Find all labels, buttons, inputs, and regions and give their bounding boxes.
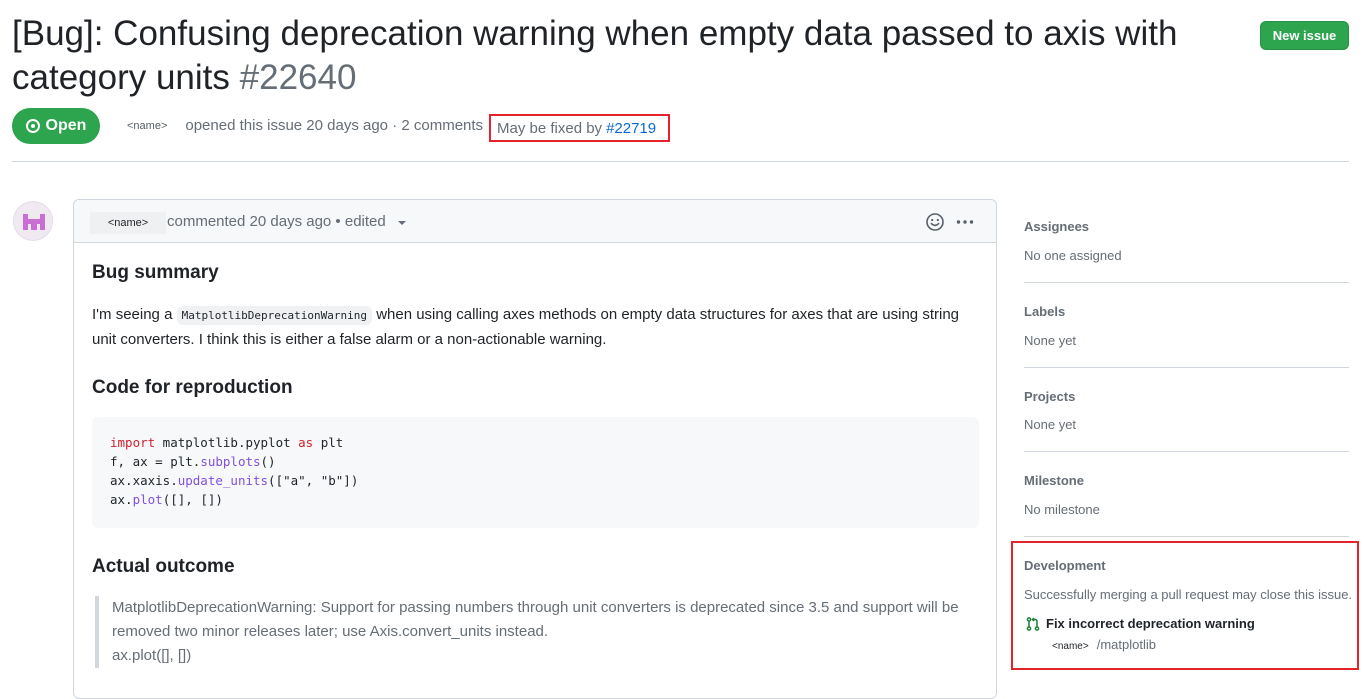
issue-opened-icon	[25, 119, 40, 133]
state-badge: Open	[12, 108, 100, 144]
assignees-value: No one assigned	[1024, 248, 1122, 263]
comment-meta-text: commented 20 days ago • edited	[167, 213, 386, 230]
pr-repo-name: /matplotlib	[1096, 637, 1156, 652]
summary-inline-code: MatplotlibDeprecationWarning	[176, 306, 373, 325]
code-text: ([], [])	[162, 492, 223, 507]
fixed-by-notice: May be fixed by #22719	[489, 114, 670, 142]
issue-opened-text: opened this issue 20 days ago · 2 commen…	[185, 117, 484, 134]
labels-heading[interactable]: Labels	[1024, 304, 1065, 319]
state-label: Open	[45, 117, 87, 134]
bug-summary-text: I'm seeing a MatplotlibDeprecationWarnin…	[92, 303, 972, 352]
fixed-by-prefix: May be fixed by	[497, 119, 603, 137]
development-text: Successfully merging a pull request may …	[1024, 587, 1353, 602]
labels-value: None yet	[1024, 333, 1077, 348]
avatar[interactable]	[13, 201, 53, 241]
sidebar-divider	[1024, 536, 1349, 537]
comment-author[interactable]: <name>	[90, 212, 166, 234]
issue-meta: <name> opened this issue 20 days ago · 2…	[127, 117, 483, 134]
code-line: import matplotlib.pyplot as plt	[110, 433, 961, 452]
issue-number: #22640	[239, 58, 357, 97]
heading-bug-summary: Bug summary	[92, 262, 219, 283]
code-text: ax.xaxis.	[110, 473, 178, 488]
code-keyword: import	[110, 435, 156, 450]
code-line: ax.xaxis.update_units(["a", "b"])	[110, 471, 961, 490]
milestone-heading[interactable]: Milestone	[1024, 473, 1084, 488]
issue-title: [Bug]: Confusing deprecation warning whe…	[12, 12, 1222, 100]
outcome-line: ax.plot([], [])	[112, 647, 192, 664]
chevron-down-icon	[397, 220, 406, 225]
kebab-horizontal-icon[interactable]	[955, 212, 975, 232]
identicon-icon	[23, 214, 45, 230]
sidebar-divider	[1024, 451, 1349, 452]
sidebar-divider	[1024, 367, 1349, 368]
new-issue-button[interactable]: New issue	[1260, 21, 1349, 50]
code-text: f, ax = plt.	[110, 454, 201, 469]
code-text: matplotlib.pyplot	[155, 435, 299, 450]
outcome-line: MatplotlibDeprecationWarning: Support fo…	[112, 599, 959, 640]
fixed-by-pr-link[interactable]: #22719	[606, 120, 656, 137]
summary-pre: I'm seeing a	[92, 306, 173, 323]
code-function: plot	[132, 492, 163, 507]
code-text: (["a", "b"])	[268, 473, 359, 488]
sidebar-divider	[1024, 282, 1349, 283]
linked-pr-repo[interactable]: <name> /matplotlib	[1052, 637, 1156, 652]
pr-owner: <name>	[1052, 641, 1089, 652]
code-text: ()	[260, 454, 276, 469]
code-block: import matplotlib.pyplot as plt f, ax = …	[92, 417, 979, 528]
development-heading[interactable]: Development	[1024, 558, 1106, 573]
issue-author[interactable]: <name>	[127, 120, 167, 132]
code-function: subplots	[200, 454, 261, 469]
comment-meta[interactable]: commented 20 days ago • edited	[167, 213, 406, 230]
projects-value: None yet	[1024, 417, 1077, 432]
code-keyword: as	[298, 435, 314, 450]
outcome-blockquote: MatplotlibDeprecationWarning: Support fo…	[95, 596, 975, 668]
code-line: f, ax = plt.subplots()	[110, 452, 961, 471]
issue-title-text: [Bug]: Confusing deprecation warning whe…	[12, 14, 1178, 97]
code-line: ax.plot([], [])	[110, 490, 961, 509]
code-function: update_units	[177, 473, 269, 488]
code-text: ax.	[110, 492, 133, 507]
projects-heading[interactable]: Projects	[1024, 389, 1075, 404]
linked-pr-title[interactable]: Fix incorrect deprecation warning	[1046, 616, 1255, 631]
git-pull-request-icon	[1026, 617, 1040, 631]
assignees-heading[interactable]: Assignees	[1024, 219, 1089, 234]
code-text: plt	[313, 435, 344, 450]
heading-actual-outcome: Actual outcome	[92, 556, 235, 577]
smiley-icon[interactable]	[925, 212, 945, 232]
heading-code-reproduction: Code for reproduction	[92, 377, 293, 398]
milestone-value: No milestone	[1024, 502, 1100, 517]
header-divider	[12, 161, 1349, 162]
